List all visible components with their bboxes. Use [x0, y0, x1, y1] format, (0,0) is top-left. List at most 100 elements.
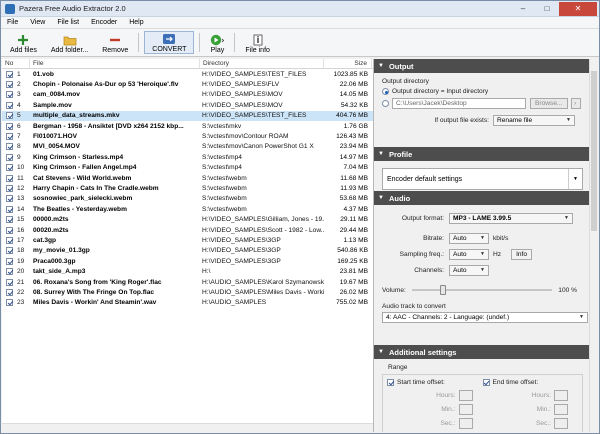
- browse-button[interactable]: Browse...: [530, 98, 568, 109]
- row-checkbox[interactable]: [6, 164, 13, 172]
- table-row[interactable]: 3 cam_0084.mov H:\VIDEO_SAMPLES\MOV 14.05 M…: [2, 90, 373, 100]
- sampling-select[interactable]: Auto ▼: [449, 249, 489, 260]
- table-row[interactable]: 11 Cat Stevens - Wild World.webm S:\vctest…: [2, 173, 373, 183]
- table-row[interactable]: 2 Chopin - Polonaise As-Dur op 53 'Heroiq…: [2, 79, 373, 89]
- vertical-scrollbar[interactable]: [589, 59, 598, 432]
- start-min-input[interactable]: [458, 404, 473, 415]
- row-checkbox[interactable]: [6, 112, 13, 120]
- menu-help[interactable]: Help: [123, 19, 149, 26]
- row-checkbox[interactable]: [6, 247, 13, 255]
- browse-more-button[interactable]: ›: [571, 98, 581, 109]
- row-checkbox[interactable]: [6, 268, 13, 276]
- menu-file[interactable]: File: [1, 19, 24, 26]
- table-row[interactable]: 20 takt_side_A.mp3 H:\ 23.81 MB: [2, 266, 373, 276]
- row-checkbox[interactable]: [6, 81, 13, 89]
- end-min-input[interactable]: [554, 404, 568, 415]
- table-row[interactable]: 12 Harry Chapin - Cats In The Cradle.webm…: [2, 183, 373, 193]
- table-row[interactable]: 6 Bergman - 1958 - Ansiktet [DVD x264 215…: [2, 121, 373, 131]
- menu-file-list[interactable]: File list: [51, 19, 85, 26]
- row-checkbox[interactable]: [6, 216, 13, 224]
- end-hours-input[interactable]: [554, 390, 568, 401]
- start-sec-input[interactable]: [458, 418, 473, 429]
- add-folder-button[interactable]: Add folder...: [44, 31, 95, 54]
- custom-dir-radio[interactable]: [382, 100, 389, 107]
- exists-select[interactable]: Rename file ▼: [493, 115, 575, 126]
- same-dir-option[interactable]: Output directory = Input directory: [382, 88, 583, 95]
- table-row[interactable]: 14 The Beatles - Yesterday.webm S:\vctest\…: [2, 204, 373, 214]
- table-row[interactable]: 15 00000.m2ts H:\VIDEO_SAMPLES\Gilliam, Jo…: [2, 214, 373, 224]
- row-file-name: Harry Chapin - Cats In The Cradle.webm: [33, 184, 159, 192]
- horizontal-scrollbar[interactable]: [2, 423, 373, 432]
- table-row[interactable]: 9 King Crimson - Starless.mp4 S:\vctest\mp…: [2, 152, 373, 162]
- same-dir-radio[interactable]: [382, 88, 389, 95]
- row-checkbox[interactable]: [6, 184, 13, 192]
- table-row[interactable]: 4 Sample.mov H:\VIDEO_SAMPLES\MOV 54.32 KB: [2, 100, 373, 110]
- table-row[interactable]: 22 08. Surrey With The Fringe On Top.flac…: [2, 287, 373, 297]
- track-select[interactable]: 4: AAC - Channels: 2 - Language: (undef.…: [382, 312, 588, 323]
- start-offset-checkbox[interactable]: [387, 379, 394, 386]
- row-directory: S:\vctest\mp4: [202, 164, 242, 172]
- output-section-header[interactable]: ▼ Output: [374, 59, 589, 73]
- profile-select[interactable]: Encoder default settings ▼: [382, 168, 583, 190]
- row-checkbox[interactable]: [6, 91, 13, 99]
- table-row[interactable]: 13 sosnowiec_park_sielecki.webm S:\vctest\…: [2, 194, 373, 204]
- channels-select[interactable]: Auto ▼: [449, 265, 489, 276]
- end-offset-checkbox[interactable]: [482, 379, 490, 386]
- file-info-button[interactable]: File info: [238, 31, 277, 54]
- convert-button[interactable]: CONVERT: [144, 31, 195, 54]
- end-sec-input[interactable]: [554, 418, 568, 429]
- end-offset-option[interactable]: End time offset:: [482, 379, 579, 386]
- row-checkbox[interactable]: [6, 101, 13, 109]
- add-files-button[interactable]: Add files: [3, 31, 44, 54]
- start-hours-input[interactable]: [458, 390, 473, 401]
- audio-section-header[interactable]: ▼ Audio: [374, 191, 589, 205]
- format-select[interactable]: MP3 - LAME 3.99.5 ▼: [449, 213, 573, 224]
- row-checkbox[interactable]: [6, 143, 13, 151]
- table-row[interactable]: 21 06. Roxana's Song from 'King Roger'.fl…: [2, 277, 373, 287]
- info-button[interactable]: Info: [511, 249, 533, 260]
- minimize-button[interactable]: –: [511, 2, 535, 16]
- row-checkbox[interactable]: [6, 133, 13, 141]
- table-row[interactable]: 8 MVI_0054.MOV S:\vctest\mov\Canon PowerSh…: [2, 142, 373, 152]
- column-header-directory[interactable]: Directory: [200, 59, 324, 68]
- additional-section-header[interactable]: ▼ Additional settings: [374, 345, 589, 359]
- row-checkbox[interactable]: [6, 236, 13, 244]
- menu-view[interactable]: View: [24, 19, 51, 26]
- menu-encoder[interactable]: Encoder: [85, 19, 123, 26]
- row-checkbox[interactable]: [6, 278, 13, 286]
- volume-slider[interactable]: [411, 285, 553, 295]
- table-row[interactable]: 23 Miles Davis - Workin' And Steamin'.wav…: [2, 298, 373, 308]
- column-header-file[interactable]: File: [30, 59, 200, 68]
- volume-knob[interactable]: [439, 285, 446, 295]
- row-checkbox[interactable]: [6, 122, 13, 130]
- row-checkbox[interactable]: [6, 288, 13, 296]
- table-row[interactable]: 16 00020.m2ts H:\VIDEO_SAMPLES\Scott - 198…: [2, 225, 373, 235]
- play-button[interactable]: Play: [203, 31, 231, 54]
- bitrate-select[interactable]: Auto ▼: [449, 233, 489, 244]
- output-directory-input[interactable]: C:\Users\Jacek\Desktop: [392, 98, 526, 109]
- close-button[interactable]: ✕: [559, 1, 597, 16]
- row-checkbox[interactable]: [6, 153, 13, 161]
- row-checkbox[interactable]: [6, 205, 13, 213]
- remove-button[interactable]: Remove: [95, 31, 135, 54]
- column-header-no[interactable]: No: [2, 59, 30, 68]
- scrollbar-thumb[interactable]: [591, 71, 597, 231]
- table-row[interactable]: 17 cat.3gp H:\VIDEO_SAMPLES\3GP 1.13 MB: [2, 235, 373, 245]
- row-checkbox[interactable]: [6, 195, 13, 203]
- table-row[interactable]: 18 my_movie_01.3gp H:\VIDEO_SAMPLES\3GP 540…: [2, 246, 373, 256]
- row-checkbox[interactable]: [6, 299, 13, 307]
- profile-section-header[interactable]: ▼ Profile: [374, 147, 589, 161]
- start-offset-option[interactable]: Start time offset:: [387, 379, 483, 386]
- row-size: 22.06 MB: [339, 81, 368, 89]
- table-row[interactable]: 5 multiple_data_streams.mkv H:\VIDEO_SAMPL…: [2, 110, 373, 121]
- table-row[interactable]: 7 FI010071.HOV S:\vctest\mov\Contour ROAM 1…: [2, 131, 373, 141]
- row-checkbox[interactable]: [6, 257, 13, 265]
- row-checkbox[interactable]: [6, 174, 13, 182]
- row-checkbox[interactable]: [6, 70, 13, 78]
- maximize-button[interactable]: □: [535, 2, 559, 16]
- table-row[interactable]: 19 Praca000.3gp H:\VIDEO_SAMPLES\3GP 169.25…: [2, 256, 373, 266]
- table-row[interactable]: 1 01.vob H:\VIDEO_SAMPLES\TEST_FILES 1023.8…: [2, 69, 373, 79]
- row-checkbox[interactable]: [6, 226, 13, 234]
- table-row[interactable]: 10 King Crimson - Fallen Angel.mp4 S:\vcte…: [2, 163, 373, 173]
- column-header-size[interactable]: Size: [324, 59, 372, 68]
